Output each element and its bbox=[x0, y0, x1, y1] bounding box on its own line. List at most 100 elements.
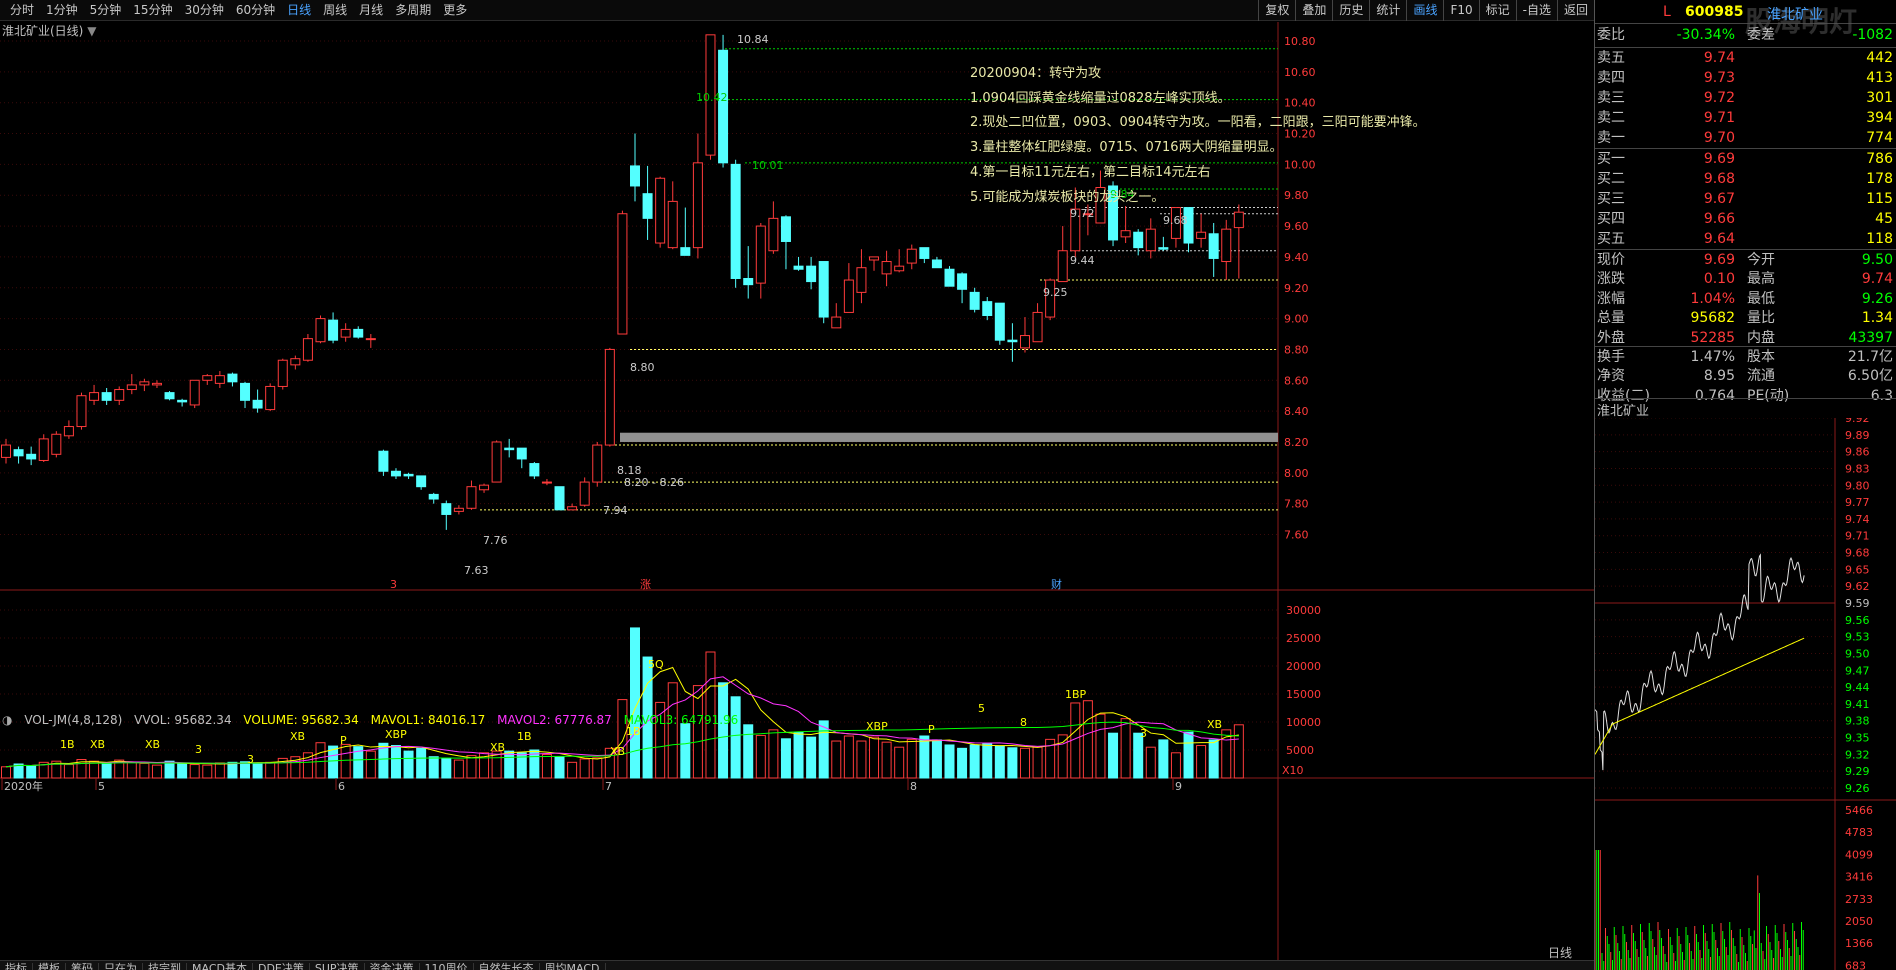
event-marker: 3 bbox=[390, 578, 397, 591]
intraday-chart[interactable]: 9.92 9.89 9.86 9.83 9.80 9.77 9.74 9.71 9.68 9.65… bbox=[1595, 418, 1896, 970]
candle-body bbox=[177, 399, 188, 403]
quote-value-2: 9.50 bbox=[1861, 252, 1893, 268]
quote-value: 9.71 bbox=[1703, 110, 1735, 126]
mini-price-label: 9.50 bbox=[1845, 647, 1870, 660]
indicator-tab-5[interactable]: MACD基本 bbox=[187, 963, 253, 970]
quote-value-2: 178 bbox=[1866, 171, 1893, 187]
volume-bar bbox=[869, 736, 880, 779]
bid-row: 买三 9.67 115 bbox=[1597, 190, 1895, 209]
mini-price-label: 9.77 bbox=[1845, 496, 1870, 509]
candle-body bbox=[642, 193, 653, 219]
price-axis-label: 9.20 bbox=[1284, 282, 1309, 295]
quote-label-2: 量比 bbox=[1747, 310, 1775, 327]
indicator-tab-11[interactable]: 周均MACD bbox=[540, 963, 606, 970]
mini-price-label: 9.74 bbox=[1845, 513, 1870, 526]
price-axis-label: 8.00 bbox=[1284, 467, 1309, 480]
indicator-vvol: VVOL: 95682.34 bbox=[134, 713, 232, 727]
volume-bar bbox=[743, 724, 754, 779]
candle-body bbox=[1, 444, 11, 458]
volume-bar bbox=[365, 750, 376, 779]
price-axis-label: 9.60 bbox=[1284, 220, 1309, 233]
quote-value: 9.69 bbox=[1703, 151, 1735, 167]
indicator-mavol2: MAVOL2: 67776.87 bbox=[497, 713, 612, 727]
quote-label: 现价 bbox=[1597, 252, 1625, 268]
candle-body bbox=[328, 319, 339, 341]
indicator-tab-0[interactable]: 指标 bbox=[0, 963, 33, 970]
indicator-tab-9[interactable]: 110周价 bbox=[420, 963, 474, 970]
volume-bar bbox=[1007, 747, 1018, 779]
indicator-name[interactable]: VOL-JM(4,8,128) bbox=[24, 713, 122, 727]
indicator-settings-icon[interactable]: ◑ bbox=[2, 713, 12, 727]
volume-bar bbox=[982, 742, 993, 779]
candle-body bbox=[89, 392, 100, 401]
indicator-tab-7[interactable]: SUP决策 bbox=[310, 963, 365, 970]
indicator-tab-8[interactable]: 资金决策 bbox=[365, 963, 420, 970]
candle-body bbox=[277, 359, 288, 387]
quote-value-2: 6.3 bbox=[1870, 387, 1893, 404]
quote-value-2: 774 bbox=[1866, 130, 1893, 146]
quote-value-2: 9.26 bbox=[1861, 290, 1893, 307]
date-axis-label: 9 bbox=[1175, 780, 1182, 793]
quote-label: 卖二 bbox=[1597, 110, 1625, 126]
candle-body bbox=[730, 163, 741, 279]
price-label: 10.42 bbox=[696, 91, 728, 104]
volume-unit-label: X10 bbox=[1282, 764, 1304, 777]
annotation-line-5: 5.可能成为煤炭板块的龙头之一。 bbox=[970, 189, 1165, 205]
price-axis-label: 8.20 bbox=[1284, 436, 1309, 449]
indicator-tab-2[interactable]: 筹码 bbox=[66, 963, 99, 970]
quote-value-2: 6.50亿 bbox=[1847, 368, 1893, 385]
volume-bar bbox=[1057, 734, 1068, 779]
candle-body bbox=[818, 261, 829, 318]
candle-body bbox=[793, 265, 804, 270]
candle-body bbox=[856, 267, 867, 293]
intraday-title: 淮北矿业 bbox=[1597, 404, 1650, 419]
volume-bar bbox=[126, 761, 137, 779]
quote-label: 换手 bbox=[1597, 349, 1625, 365]
candle-body bbox=[416, 475, 427, 488]
quote-label: 涨幅 bbox=[1597, 290, 1625, 307]
indicator-mavol3: MAVOL3: 64791.96 bbox=[623, 713, 739, 727]
indicator-tab-3[interactable]: 只在为 bbox=[99, 963, 143, 970]
candle-body bbox=[831, 316, 842, 329]
mini-price-label: 9.47 bbox=[1845, 664, 1870, 677]
indicator-volume: VOLUME: 95682.34 bbox=[243, 713, 359, 727]
volume-bar bbox=[944, 744, 955, 779]
stock-code: 600985 bbox=[1685, 4, 1744, 20]
volume-axis-label: 30000 bbox=[1286, 604, 1321, 617]
mini-price-label: 9.65 bbox=[1845, 563, 1870, 576]
indicator-tab-10[interactable]: 自然生长态 bbox=[474, 963, 540, 970]
mini-price-label: 9.56 bbox=[1845, 614, 1870, 627]
volume-bar bbox=[441, 757, 452, 779]
volume-bar bbox=[541, 753, 552, 779]
quote-label: 涨跌 bbox=[1597, 271, 1625, 288]
mini-price-label: 9.83 bbox=[1845, 462, 1870, 475]
quote-label: 委比 bbox=[1597, 27, 1625, 43]
event-marker: 财 bbox=[1051, 577, 1062, 591]
quote-label-2: 流通 bbox=[1747, 368, 1775, 385]
volume-axis-label: 20000 bbox=[1286, 660, 1321, 673]
indicator-tab-1[interactable]: 模板 bbox=[33, 963, 66, 970]
indicator-tab-6[interactable]: DDE决策 bbox=[253, 963, 310, 970]
candle-body bbox=[655, 177, 666, 244]
volume-bar bbox=[1019, 747, 1030, 779]
candle-body bbox=[76, 395, 87, 428]
volume-bar bbox=[919, 735, 930, 779]
date-axis-label: 7 bbox=[605, 780, 612, 793]
price-label: 10.84 bbox=[737, 33, 769, 46]
volume-bar bbox=[1158, 739, 1169, 779]
volume-tag: 8 bbox=[1020, 716, 1027, 729]
price-axis-label: 8.60 bbox=[1284, 374, 1309, 387]
candle-body bbox=[26, 453, 37, 460]
stock-name: 淮北矿业 bbox=[1767, 7, 1823, 23]
indicator-tab-4[interactable]: 技宗到 bbox=[143, 963, 187, 970]
candle-body bbox=[114, 389, 125, 401]
period-indicator[interactable]: 日线 bbox=[1548, 944, 1572, 961]
volume-bar bbox=[214, 762, 225, 779]
mini-price-label: 9.44 bbox=[1845, 681, 1870, 694]
volume-bar bbox=[1032, 746, 1043, 779]
volume-bar bbox=[189, 764, 200, 779]
quote-label: 卖四 bbox=[1597, 70, 1625, 86]
candle-body bbox=[994, 302, 1005, 341]
candle-body bbox=[667, 200, 678, 249]
volume-tag: XBP bbox=[866, 720, 888, 733]
